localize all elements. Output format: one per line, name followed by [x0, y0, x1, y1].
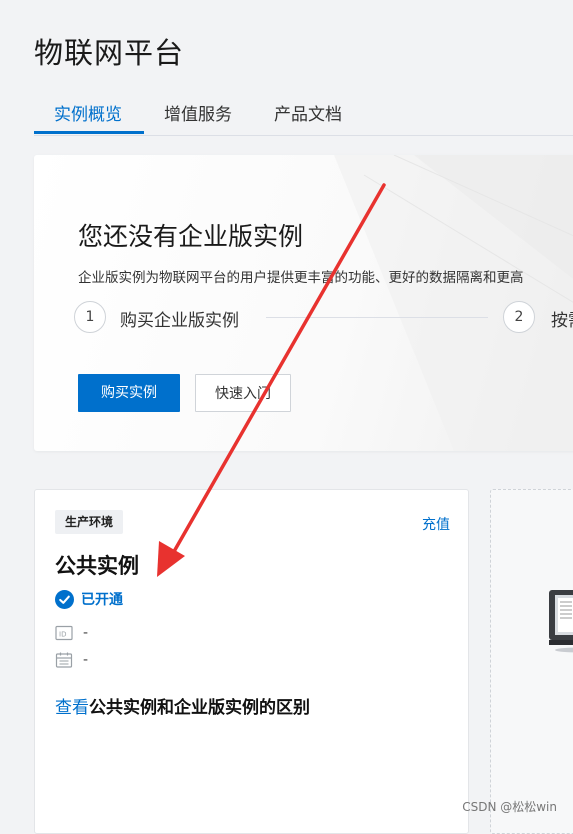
- watermark: CSDN @松松win: [462, 800, 557, 814]
- enterprise-instance-banner: 您还没有企业版实例 企业版实例为物联网平台的用户提供更丰富的功能、更好的数据隔离…: [34, 155, 573, 451]
- tab-value-added-services[interactable]: 增值服务: [164, 100, 232, 125]
- quickstart-button[interactable]: 快速入门: [195, 374, 291, 412]
- add-instance-card[interactable]: [490, 489, 573, 834]
- instance-status: 已开通: [55, 589, 123, 609]
- step-1-number: 1: [74, 301, 106, 333]
- monitor-icon: [549, 590, 573, 653]
- id-icon: ID: [55, 625, 73, 641]
- buy-instance-button[interactable]: 购买实例: [78, 374, 180, 412]
- view-comparison-link[interactable]: 查看: [55, 698, 89, 718]
- public-instance-card: 生产环境 充值 公共实例 已开通 ID - - 查看公共实例和企业版实例的区别: [34, 489, 469, 834]
- instance-date-row: -: [55, 651, 88, 669]
- instance-id-row: ID -: [55, 624, 88, 642]
- banner-description: 企业版实例为物联网平台的用户提供更丰富的功能、更好的数据隔离和更高: [78, 270, 524, 286]
- instance-id-value: -: [83, 625, 89, 641]
- public-instance-title: 公共实例: [55, 554, 139, 578]
- instance-date-value: -: [83, 652, 89, 668]
- tab-product-docs[interactable]: 产品文档: [274, 100, 342, 125]
- check-circle-icon: [55, 589, 74, 609]
- active-tab-indicator: [34, 131, 144, 134]
- page-title: 物联网平台: [34, 36, 185, 70]
- svg-text:ID: ID: [59, 631, 66, 639]
- recharge-link[interactable]: 充值: [422, 514, 450, 534]
- instance-comparison: 查看公共实例和企业版实例的区别: [55, 693, 310, 718]
- step-connector: [266, 317, 488, 318]
- page-header: 物联网平台 实例概览 增值服务 产品文档: [0, 0, 573, 136]
- step-1-label: 购买企业版实例: [120, 311, 239, 331]
- tab-instance-overview[interactable]: 实例概览: [54, 100, 122, 125]
- tab-bar: 实例概览 增值服务 产品文档: [34, 100, 573, 136]
- step-2-number: 2: [503, 301, 535, 333]
- calendar-icon: [55, 652, 73, 668]
- status-label: 已开通: [81, 592, 123, 608]
- comparison-text: 公共实例和企业版实例的区别: [89, 698, 310, 718]
- step-2-label: 按需: [551, 311, 573, 331]
- environment-badge: 生产环境: [55, 510, 124, 534]
- banner-title: 您还没有企业版实例: [78, 222, 304, 251]
